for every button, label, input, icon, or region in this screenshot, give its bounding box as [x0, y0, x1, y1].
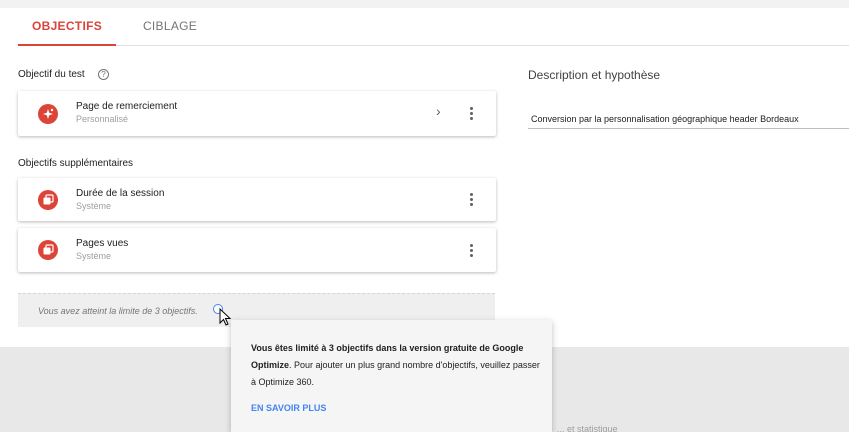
limit-text: Vous avez atteint la limite de 3 objecti… — [38, 306, 198, 316]
more-vert-icon[interactable] — [470, 193, 474, 208]
tab-objectifs[interactable]: OBJECTIFS — [18, 8, 116, 46]
learn-more-link[interactable]: EN SAVOIR PLUS — [251, 403, 326, 413]
top-strip — [0, 0, 849, 8]
chevron-right-icon[interactable]: › — [436, 103, 441, 119]
help-icon[interactable]: ? — [98, 69, 109, 80]
objective-subtitle: Personnalisé — [76, 114, 129, 124]
objective-title: Page de remerciement — [76, 101, 178, 112]
additional-objective-card[interactable]: Durée de la session Système — [18, 178, 496, 221]
mouse-pointer-icon — [219, 307, 233, 333]
system-objective-icon — [38, 190, 58, 210]
additional-objective-card[interactable]: Pages vues Système — [18, 228, 496, 272]
limit-tooltip: Vous êtes limité à 3 objectifs dans la v… — [231, 320, 552, 432]
objective-card[interactable]: Page de remerciement Personnalisé › — [18, 91, 496, 136]
description-field[interactable]: Conversion par la personnalisation géogr… — [528, 106, 849, 129]
objective-subtitle: Système — [76, 201, 112, 211]
objective-subtitle: Système — [76, 251, 112, 261]
more-vert-icon[interactable] — [470, 107, 474, 122]
system-objective-icon — [38, 240, 58, 260]
more-vert-icon[interactable] — [470, 244, 474, 259]
custom-objective-icon — [38, 104, 58, 124]
tab-bar: OBJECTIFS CIBLAGE — [18, 8, 849, 46]
tab-ciblage[interactable]: CIBLAGE — [130, 8, 210, 46]
additional-section-label: Objectifs supplémentaires — [18, 158, 134, 169]
description-value: Conversion par la personnalisation géogr… — [531, 114, 799, 124]
objective-title: Durée de la session — [76, 188, 165, 199]
description-title: Description et hypothèse — [528, 68, 661, 82]
objective-title: Pages vues — [76, 238, 129, 249]
tooltip-text: . Pour ajouter un plus grand nombre d'ob… — [251, 360, 540, 387]
objective-section-label: Objectif du test — [18, 69, 85, 80]
background-text: ... et statistique — [557, 424, 618, 432]
tooltip-body: Vous êtes limité à 3 objectifs dans la v… — [251, 340, 541, 391]
